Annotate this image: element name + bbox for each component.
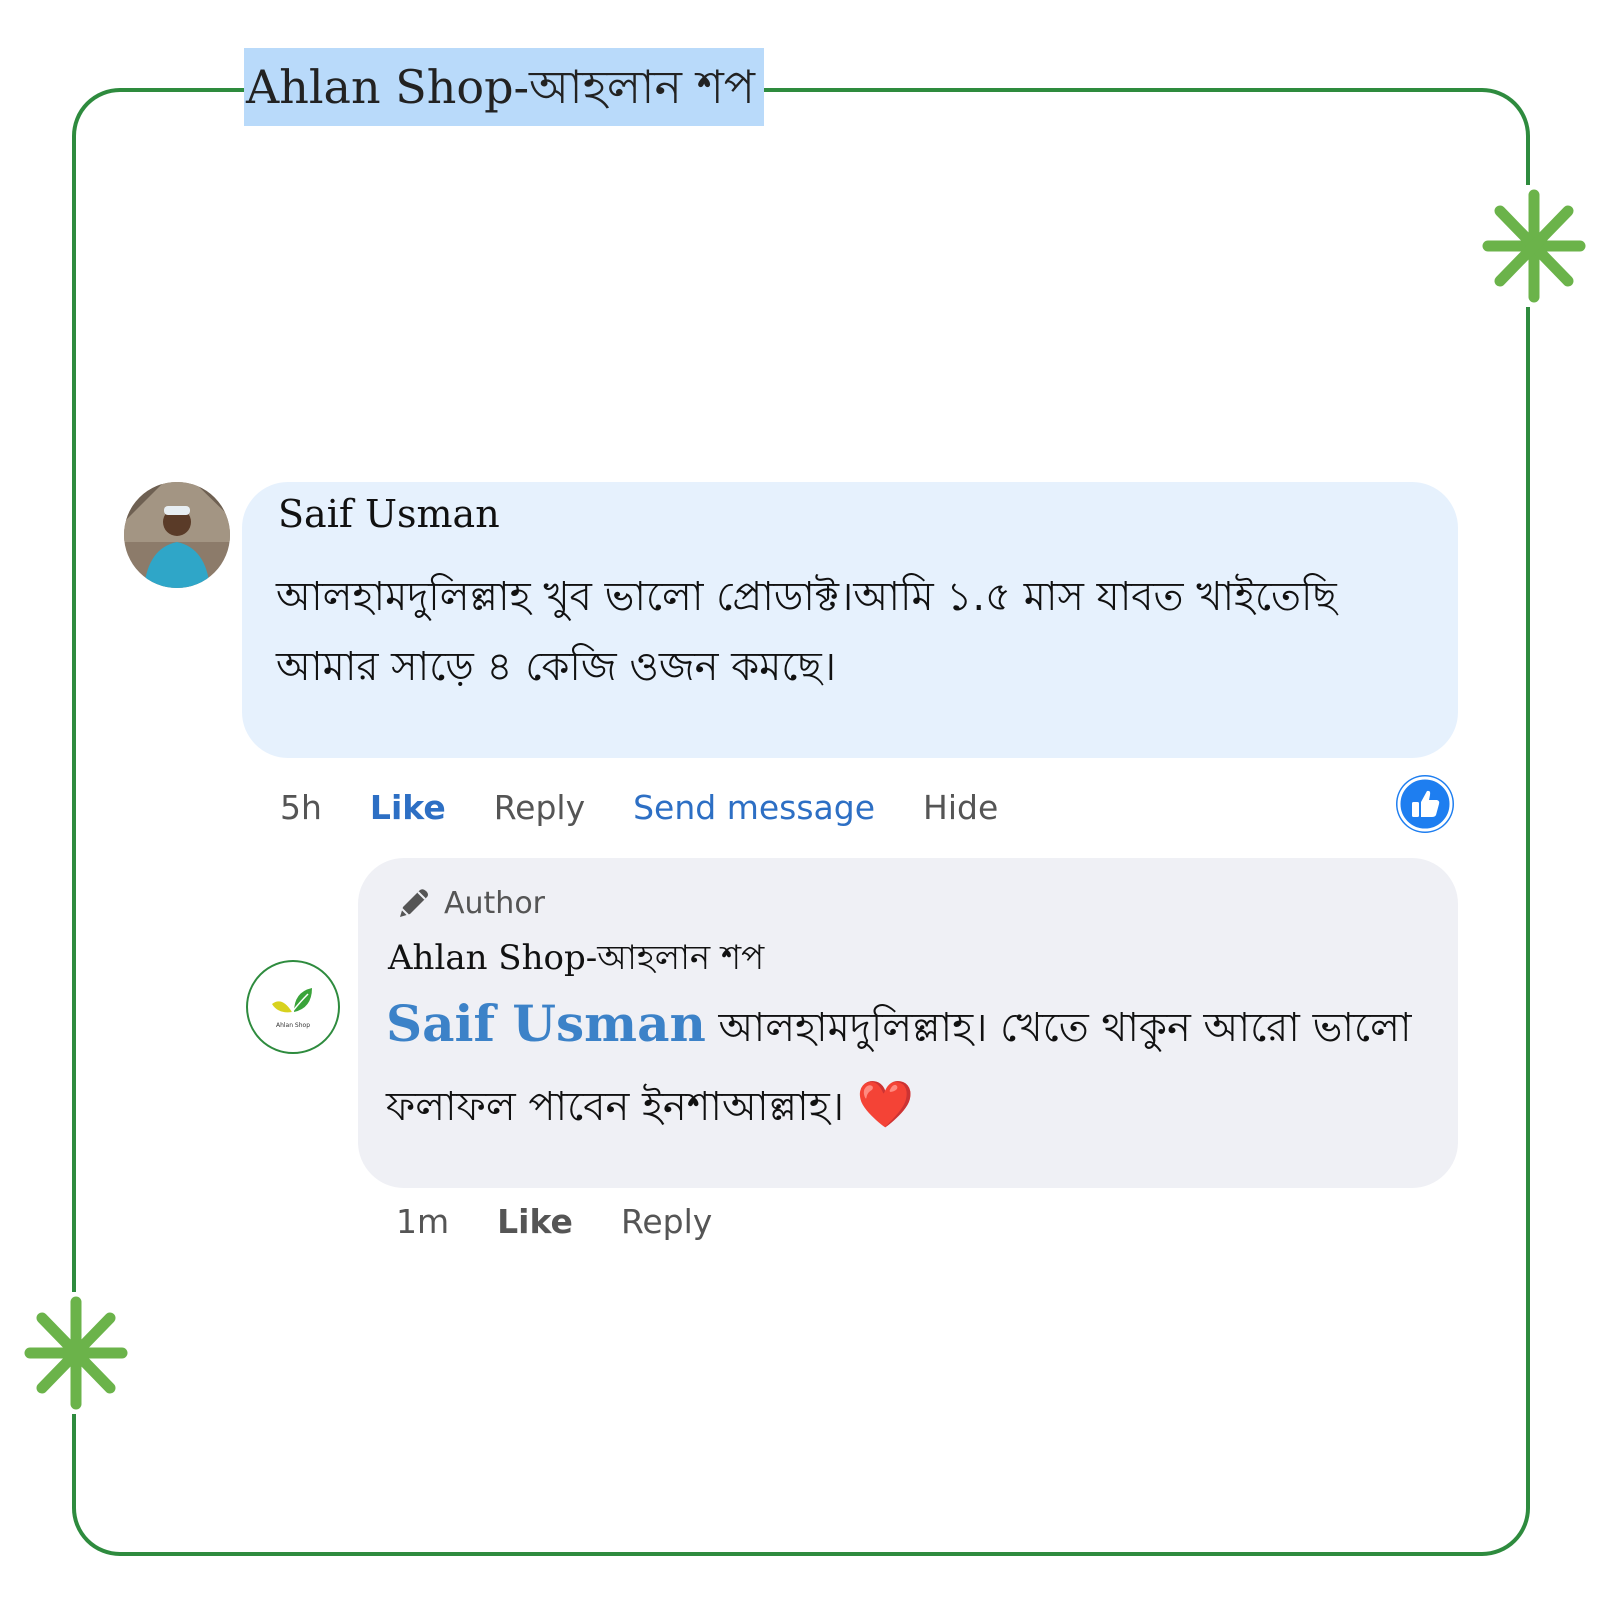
comment-timestamp[interactable]: 5h bbox=[280, 788, 322, 827]
reply-button[interactable]: Reply bbox=[494, 788, 585, 827]
like-button[interactable]: Like bbox=[370, 788, 446, 827]
shop-logo-text: Ahlan Shop bbox=[275, 1022, 311, 1029]
reply-timestamp[interactable]: 1m bbox=[396, 1202, 449, 1241]
author-badge-label: Author bbox=[444, 885, 546, 921]
reply-button[interactable]: Reply bbox=[621, 1202, 712, 1241]
comment-text: আলহামদুলিল্লাহ খুব ভালো প্রোডাক্ট।আমি ১.… bbox=[276, 574, 1337, 690]
reply-actions: 1m Like Reply bbox=[396, 1196, 760, 1246]
like-button[interactable]: Like bbox=[497, 1202, 573, 1241]
heart-emoji: ❤️ bbox=[856, 1077, 915, 1131]
shop-avatar[interactable]: Ahlan Shop bbox=[246, 960, 340, 1054]
comment-author-name[interactable]: Saif Usman bbox=[278, 492, 500, 536]
send-message-button[interactable]: Send message bbox=[633, 788, 875, 827]
thumbs-up-icon[interactable] bbox=[1396, 775, 1454, 833]
mention-link[interactable]: Saif Usman bbox=[386, 994, 706, 1053]
page-title: Ahlan Shop-আহলান শপ bbox=[244, 48, 764, 126]
comment-actions: 5h Like Reply Send message Hide bbox=[280, 782, 1046, 832]
reply-bubble: Author Ahlan Shop-আহলান শপ Saif Usman আল… bbox=[358, 858, 1458, 1188]
author-badge: Author bbox=[394, 880, 545, 926]
asterisk-decoration-icon bbox=[1478, 185, 1590, 307]
asterisk-decoration-icon bbox=[20, 1292, 132, 1414]
reply-author-name[interactable]: Ahlan Shop-আহলান শপ bbox=[388, 932, 764, 989]
pencil-icon bbox=[400, 889, 428, 917]
user-avatar[interactable] bbox=[124, 482, 230, 588]
hide-button[interactable]: Hide bbox=[923, 788, 998, 827]
comment-bubble: Saif Usman আলহামদুলিল্লাহ খুব ভালো প্রোড… bbox=[242, 482, 1458, 758]
reply-text: Saif Usman আলহামদুলিল্লাহ। খেতে থাকুন আর… bbox=[386, 986, 1436, 1145]
